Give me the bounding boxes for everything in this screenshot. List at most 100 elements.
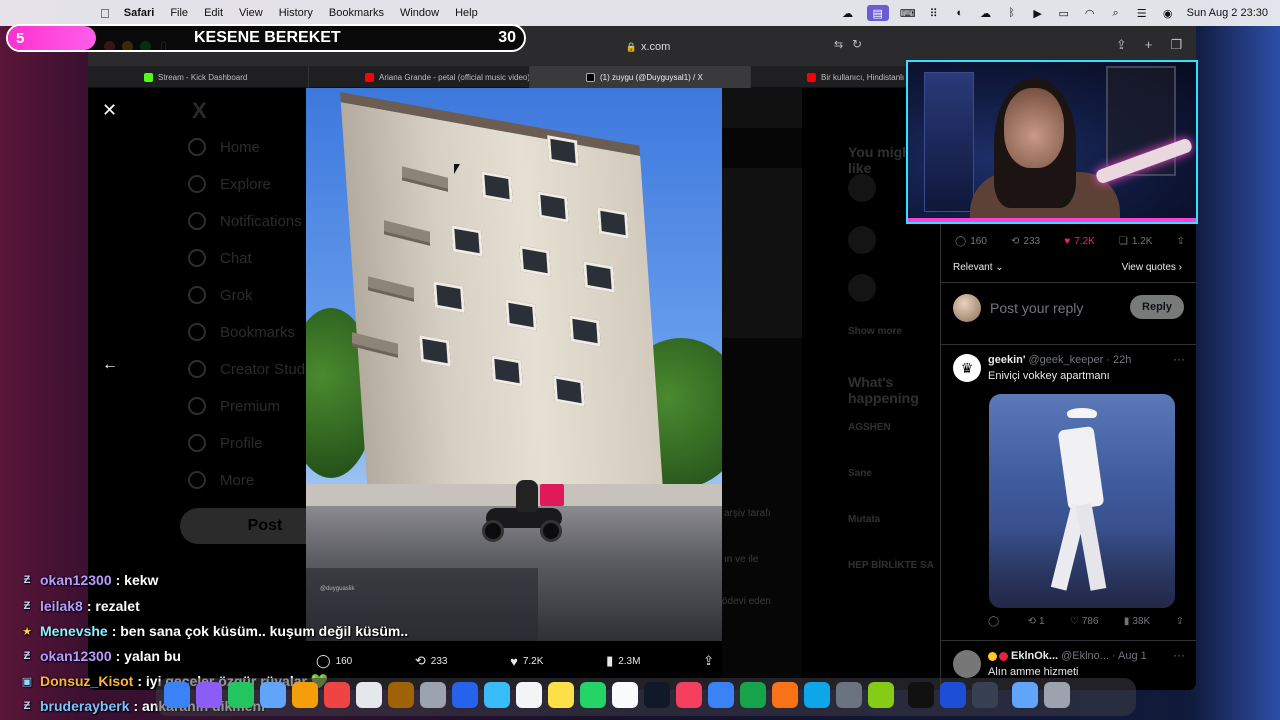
trend-item[interactable]: AGSHEN [848, 422, 891, 433]
nav-profile[interactable]: Profile [188, 434, 263, 452]
reply-button[interactable]: Reply [1130, 295, 1184, 319]
wd-icon[interactable] [940, 682, 966, 708]
reminders-icon[interactable] [420, 682, 446, 708]
music-icon[interactable] [676, 682, 702, 708]
translate-icon[interactable]: ⇆ [834, 38, 843, 51]
repost-action[interactable]: ⟲ 233 [415, 653, 448, 669]
views-action[interactable]: ▮ 38K [1124, 616, 1150, 627]
nav-premium[interactable]: Premium [188, 397, 280, 415]
show-more-link[interactable]: Show more [848, 326, 902, 337]
pages-icon[interactable] [772, 682, 798, 708]
menu-app-safari[interactable]: Safari [124, 7, 155, 19]
like-stat[interactable]: ♥ 7.2K [1064, 236, 1095, 247]
bluetooth-icon[interactable]: ᛒ [1005, 7, 1019, 19]
tweet-author-name[interactable]: geekin' [988, 354, 1025, 366]
previous-media-arrow-icon[interactable]: ← [102, 356, 118, 374]
keyboard-icon[interactable]: ⌨ [900, 7, 916, 20]
nav-creator-studio[interactable]: Creator Studio [188, 360, 317, 378]
reply-action[interactable]: ◯ 160 [316, 653, 352, 669]
tweet-photo[interactable]: @duyguaslik [306, 88, 722, 641]
share-stat[interactable]: ⇪ [1177, 236, 1185, 247]
facetime-icon[interactable] [324, 682, 350, 708]
views-action[interactable]: ▮ 2.3M [606, 653, 640, 669]
screen-record-icon[interactable]: ▤ [866, 5, 889, 21]
notes-icon[interactable] [388, 682, 414, 708]
share-action[interactable]: ⇪ [703, 653, 714, 669]
nav-grok[interactable]: Grok [188, 286, 253, 304]
trend-item[interactable]: Sane [848, 468, 872, 479]
display-icon[interactable]: ◐ [953, 7, 967, 19]
tweet-time[interactable]: · 22h [1106, 354, 1131, 366]
trend-item[interactable]: Mutata [848, 514, 880, 525]
menu-window[interactable]: Window [400, 7, 439, 19]
creative-cloud-icon[interactable]: ☁ [841, 7, 855, 20]
tab-x-profile[interactable]: (1) zuygu (@Duyguysal1) / X [530, 66, 751, 88]
user-icon[interactable]: ◉ [1161, 7, 1175, 20]
nav-chat[interactable]: Chat [188, 249, 252, 267]
close-media-icon[interactable]: ✕ [102, 100, 117, 121]
more-options-icon[interactable]: ··· [1173, 352, 1185, 366]
trash-icon[interactable] [1044, 682, 1070, 708]
folder-icon[interactable] [1012, 682, 1038, 708]
reply-sort-dropdown[interactable]: Relevant ⌄ [953, 262, 1004, 273]
more-options-icon[interactable]: ··· [1173, 648, 1185, 662]
nav-more[interactable]: More [188, 471, 254, 489]
reply-action[interactable]: ◯ [988, 616, 1002, 627]
like-action[interactable]: ♡ 786 [1070, 616, 1099, 627]
system-settings-icon[interactable] [836, 682, 862, 708]
photos-icon[interactable] [292, 682, 318, 708]
repost-action[interactable]: ⟲ 1 [1028, 616, 1045, 627]
cloud-icon[interactable]: ☁ [979, 7, 993, 20]
freeform-icon[interactable] [612, 682, 638, 708]
tweet-author-name[interactable]: EklnOk... [1011, 650, 1058, 662]
tab-youtube-ariana[interactable]: Ariana Grande - petal (official music vi… [309, 66, 530, 88]
tweet-author-handle[interactable]: @Eklno... [1061, 650, 1109, 662]
wifi-icon[interactable]: ◠ [1083, 7, 1097, 20]
menu-history[interactable]: History [279, 7, 313, 19]
menu-bookmarks[interactable]: Bookmarks [329, 7, 384, 19]
reply-input[interactable]: Post your reply [990, 300, 1083, 316]
battery-icon[interactable]: ▭ [1057, 7, 1071, 20]
menubar-clock[interactable]: Sun Aug 2 23:30 [1187, 7, 1268, 19]
new-tab-icon[interactable]: + [1145, 37, 1153, 53]
menu-edit[interactable]: Edit [204, 7, 223, 19]
grid-icon[interactable]: ⠿ [927, 7, 941, 20]
messages-icon[interactable] [228, 682, 254, 708]
menu-view[interactable]: View [239, 7, 263, 19]
share-icon[interactable]: ⇪ [1116, 37, 1127, 53]
crown-avatar-icon[interactable]: ♛ [953, 354, 981, 382]
nav-explore[interactable]: Explore [188, 175, 271, 193]
utility-app-icon[interactable] [868, 682, 894, 708]
tab-kick-dashboard[interactable]: Stream - Kick Dashboard [88, 66, 309, 88]
nav-notifications[interactable]: Notifications [188, 212, 302, 230]
app-store-icon[interactable] [804, 682, 830, 708]
avatar[interactable] [953, 650, 981, 678]
tweet-author-handle[interactable]: @geek_keeper [1028, 354, 1103, 366]
reply-stat[interactable]: ◯ 160 [955, 236, 987, 247]
activity-monitor-icon[interactable] [972, 682, 998, 708]
play-icon[interactable]: ▶ [1031, 7, 1045, 20]
mail-icon[interactable] [260, 682, 286, 708]
repost-stat[interactable]: ⟲ 233 [1011, 236, 1040, 247]
view-quotes-link[interactable]: View quotes › [1122, 262, 1182, 273]
bookmark-stat[interactable]: ❏ 1.2K [1119, 236, 1153, 247]
address-bar[interactable]: 🔒 x.com [518, 36, 778, 58]
apple-tv-icon[interactable] [644, 682, 670, 708]
tab-overview-icon[interactable]: ❐ [1170, 37, 1182, 53]
x-logo[interactable]: X [192, 98, 207, 124]
nav-bookmarks[interactable]: Bookmarks [188, 323, 295, 341]
safari-icon[interactable] [452, 682, 478, 708]
like-action[interactable]: ♥ 7.2K [510, 654, 543, 669]
share-action[interactable]: ⇪ [1176, 616, 1184, 627]
launchpad-icon[interactable] [196, 682, 222, 708]
search-icon[interactable]: ⌕ [1109, 7, 1123, 19]
tweet-media-gif[interactable] [989, 394, 1175, 608]
finder-icon[interactable] [164, 682, 190, 708]
keynote-icon[interactable] [708, 682, 734, 708]
telegram-icon[interactable] [484, 682, 510, 708]
nav-home[interactable]: Home [188, 138, 260, 156]
epic-games-icon[interactable] [908, 682, 934, 708]
numbers-icon[interactable] [740, 682, 766, 708]
calendar-icon[interactable] [356, 682, 382, 708]
apple-icon[interactable]:  [100, 6, 110, 21]
